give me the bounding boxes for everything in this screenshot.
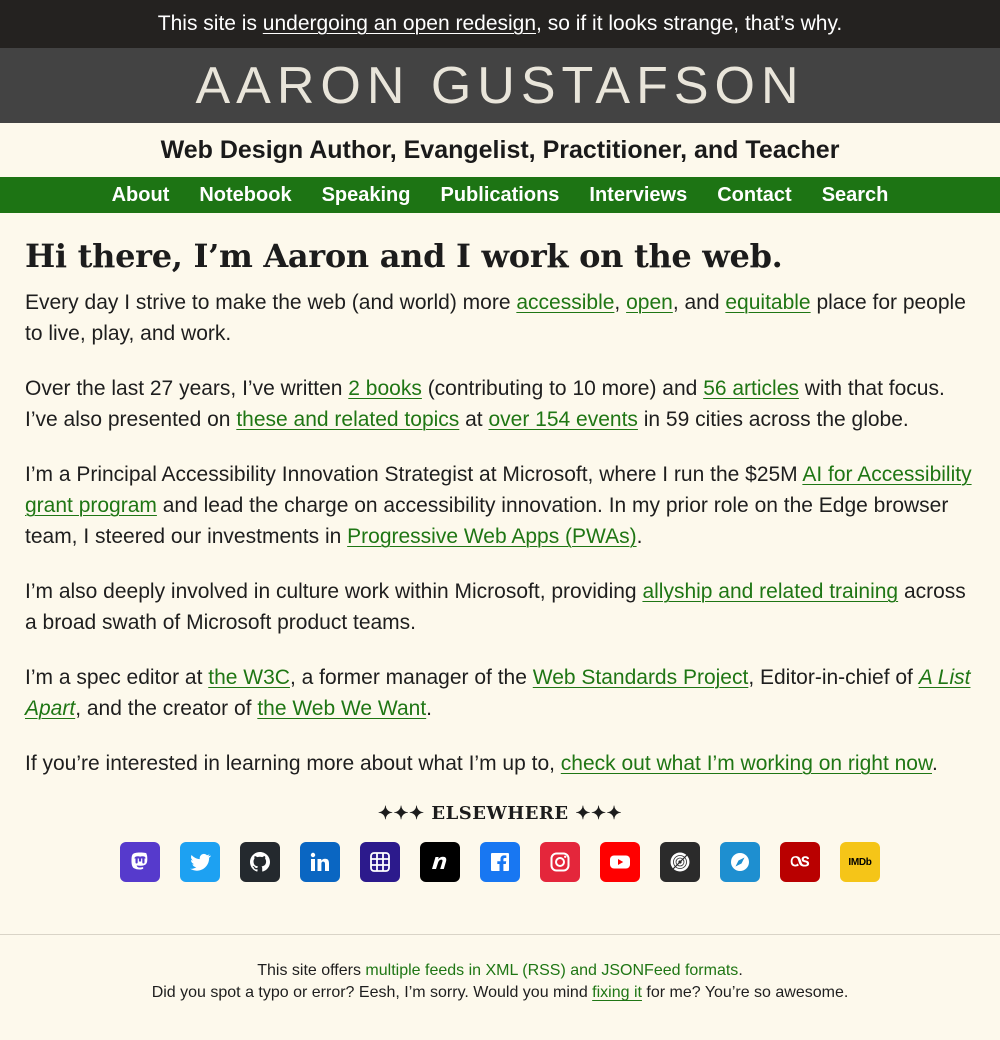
text: Every day I strive to make the web (and … — [25, 291, 517, 314]
redesign-link[interactable]: undergoing an open redesign — [263, 12, 536, 36]
culture-paragraph: I’m also deeply involved in culture work… — [25, 576, 975, 638]
intro-paragraph: Every day I strive to make the web (and … — [25, 287, 975, 349]
nav-notebook[interactable]: Notebook — [184, 184, 306, 207]
youtube-link[interactable] — [600, 842, 640, 882]
lastfm-icon — [790, 856, 810, 867]
text: , Editor-in-chief of — [748, 666, 919, 689]
site-footer: This site offers multiple feeds in XML (… — [0, 934, 1000, 1004]
text: I’m a Principal Accessibility Innovation… — [25, 463, 803, 486]
page-heading: Hi there, I’m Aaron and I work on the we… — [25, 237, 783, 275]
text: , a former manager of the — [289, 666, 533, 689]
spec-paragraph: I’m a spec editor at the W3C, a former m… — [25, 662, 975, 724]
web-we-want-link[interactable]: the Web We Want — [257, 697, 426, 720]
facebook-link[interactable] — [480, 842, 520, 882]
text: (contributing to 10 more) and — [421, 377, 704, 400]
lastfm-link[interactable] — [780, 842, 820, 882]
events-link[interactable]: over 154 events — [488, 408, 637, 431]
twitter-icon — [190, 853, 212, 871]
masthead: AARON GUSTAFSON — [0, 48, 1000, 123]
nav-search[interactable]: Search — [807, 184, 904, 207]
text: I’m a spec editor at — [25, 666, 209, 689]
fix-it-link[interactable]: fixing it — [592, 984, 642, 1001]
nav-contact[interactable]: Contact — [702, 184, 806, 207]
elsewhere-heading: ✦✦✦ ELSEWHERE ✦✦✦ — [377, 803, 623, 824]
topics-link[interactable]: these and related topics — [236, 408, 459, 431]
text: This site offers — [257, 962, 366, 979]
twitter-link[interactable] — [180, 842, 220, 882]
text: . — [636, 525, 643, 548]
instagram-link[interactable] — [540, 842, 580, 882]
nav-interviews[interactable]: Interviews — [574, 184, 702, 207]
site-tagline: Web Design Author, Evangelist, Practitio… — [160, 135, 840, 164]
text: , and the creator of — [75, 697, 258, 720]
role-paragraph: I’m a Principal Accessibility Innovation… — [25, 459, 975, 552]
nav-publications[interactable]: Publications — [426, 184, 575, 207]
github-link[interactable] — [240, 842, 280, 882]
text: . — [738, 962, 743, 979]
text: at — [459, 408, 489, 431]
vinyl-record-icon — [670, 852, 690, 872]
open-link[interactable]: open — [626, 291, 673, 314]
linkedin-icon — [310, 852, 329, 871]
w3c-link[interactable]: the W3C — [208, 666, 290, 689]
youtube-icon — [610, 855, 630, 869]
articles-link[interactable]: 56 articles — [703, 377, 799, 400]
compass-link[interactable] — [720, 842, 760, 882]
now-link[interactable]: check out what I’m working on right now — [561, 752, 932, 775]
redesign-banner: This site is undergoing an open redesign… — [0, 0, 1000, 48]
compass-icon — [731, 853, 749, 871]
equitable-link[interactable]: equitable — [725, 291, 810, 314]
wasp-link[interactable]: Web Standards Project — [533, 666, 749, 689]
notist-link[interactable] — [420, 842, 460, 882]
social-links: IMDb — [25, 842, 975, 882]
text: Over the last 27 years, I’ve written — [25, 377, 349, 400]
banner-text-post: , so if it looks strange, that’s why. — [536, 12, 843, 35]
text: , — [614, 291, 627, 314]
text: for me? You’re so awesome. — [641, 984, 849, 1001]
instagram-icon — [550, 852, 570, 872]
codepen-grid-icon — [370, 852, 390, 872]
nav-speaking[interactable]: Speaking — [307, 184, 426, 207]
pwa-link[interactable]: Progressive Web Apps (PWAs) — [347, 525, 636, 548]
text: I’m also deeply involved in culture work… — [25, 580, 643, 603]
text: Did you spot a typo or error? Eesh, I’m … — [151, 984, 593, 1001]
vinyl-link[interactable] — [660, 842, 700, 882]
text: . — [931, 752, 938, 775]
experience-paragraph: Over the last 27 years, I’ve written 2 b… — [25, 373, 975, 435]
imdb-link[interactable]: IMDb — [840, 842, 880, 882]
feeds-line: This site offers multiple feeds in XML (… — [0, 960, 1000, 982]
grid-link[interactable] — [360, 842, 400, 882]
books-link[interactable]: 2 books — [348, 377, 422, 400]
typo-line: Did you spot a typo or error? Eesh, I’m … — [0, 982, 1000, 1004]
banner-text-pre: This site is — [157, 12, 257, 35]
imdb-icon: IMDb — [848, 856, 872, 868]
mastodon-link[interactable] — [120, 842, 160, 882]
notist-icon — [432, 856, 447, 869]
mastodon-icon — [131, 852, 148, 870]
nav-about[interactable]: About — [97, 184, 185, 207]
facebook-icon — [491, 853, 509, 871]
site-title[interactable]: AARON GUSTAFSON — [195, 56, 804, 116]
feeds-link[interactable]: multiple feeds in XML (RSS) and JSONFeed… — [365, 962, 738, 979]
text: If you’re interested in learning more ab… — [25, 752, 561, 775]
linkedin-link[interactable] — [300, 842, 340, 882]
text: , and — [672, 291, 726, 314]
github-icon — [250, 852, 270, 872]
main-content: Hi there, I’m Aaron and I work on the we… — [0, 213, 1000, 882]
now-paragraph: If you’re interested in learning more ab… — [25, 748, 975, 779]
main-nav: About Notebook Speaking Publications Int… — [0, 177, 1000, 213]
text: in 59 cities across the globe. — [637, 408, 909, 431]
text: . — [426, 697, 433, 720]
elsewhere-section: ✦✦✦ ELSEWHERE ✦✦✦ IMDb — [25, 803, 975, 882]
accessible-link[interactable]: accessible — [516, 291, 614, 314]
allyship-link[interactable]: allyship and related training — [642, 580, 898, 603]
